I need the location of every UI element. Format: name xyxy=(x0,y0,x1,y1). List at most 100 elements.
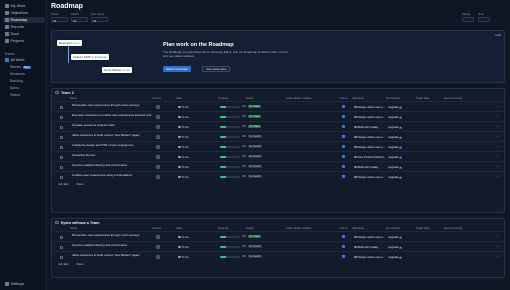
display-select[interactable] xyxy=(462,17,474,22)
epic-name[interactable]: Personalize user experiences through mic… xyxy=(72,233,152,237)
epic-state[interactable]: To Do xyxy=(178,175,189,179)
row-checkbox[interactable] xyxy=(60,245,63,249)
column-header[interactable]: Owners xyxy=(152,97,161,100)
sidebar-item-reports[interactable]: Reports xyxy=(3,24,45,30)
more-options-icon[interactable]: ⋯ xyxy=(497,105,500,109)
collapse-toggle-icon[interactable] xyxy=(55,90,59,95)
more-options-icon[interactable]: ⋯ xyxy=(497,115,500,119)
key-result[interactable]: Upgrade1 xyxy=(388,155,402,160)
objective-link[interactable]: Build with quality xyxy=(354,125,378,129)
health-badge[interactable]: No Health xyxy=(248,134,262,139)
owner-avatar[interactable] xyxy=(156,105,160,109)
epic-state[interactable]: To Do xyxy=(178,135,189,139)
column-header[interactable]: Target Date xyxy=(416,227,429,230)
health-badge[interactable]: No Health xyxy=(248,254,262,259)
more-options-icon[interactable]: ⋯ xyxy=(497,175,500,179)
column-header[interactable]: Epic Comments xyxy=(444,97,462,100)
health-badge[interactable]: On Track xyxy=(248,124,261,129)
owner-avatar[interactable] xyxy=(156,115,160,119)
row-checkbox[interactable] xyxy=(60,135,63,139)
view-select[interactable] xyxy=(478,17,490,22)
epic-name[interactable]: Personalize user experiences through mic… xyxy=(72,103,152,107)
more-options-icon[interactable]: ⋯ xyxy=(497,235,500,239)
watch-overview-button[interactable]: Watch Overview xyxy=(163,66,191,72)
key-result[interactable]: Upgrade1 xyxy=(388,175,402,180)
epic-name[interactable]: Increase access to segment data xyxy=(72,123,152,127)
epic-name[interactable]: Empower customers to embed user experien… xyxy=(72,113,152,117)
health-badge[interactable]: No Health xyxy=(248,244,262,249)
sidebar-item-objectives[interactable]: Objectives xyxy=(3,10,45,16)
column-header[interactable]: State xyxy=(176,227,182,230)
sidebar-item-all-work[interactable]: All Work xyxy=(3,57,45,63)
health-badge[interactable]: On Track xyxy=(248,234,261,239)
column-header[interactable]: Epic Comments xyxy=(444,227,462,230)
view-examples-button[interactable]: View Examples xyxy=(202,66,231,72)
sidebar-item-projects[interactable]: Projects xyxy=(3,38,45,44)
sidebar-item-epics[interactable]: Epics xyxy=(10,86,19,90)
column-header[interactable]: Health xyxy=(246,227,254,230)
epic-name[interactable]: Allow customers to build custom "Get Sta… xyxy=(72,133,152,137)
sidebar-item-stories[interactable]: Stories Beta xyxy=(10,65,31,69)
objective-link[interactable]: Give Product Marketi... xyxy=(354,155,386,159)
column-header[interactable]: Latest Health Updates xyxy=(286,97,312,100)
more-options-icon[interactable]: ⋯ xyxy=(497,165,500,169)
table-row[interactable]: Increase access to segment data To Do 0%… xyxy=(54,121,504,131)
more-options-icon[interactable]: ⋯ xyxy=(497,255,500,259)
owner-avatar[interactable] xyxy=(156,155,160,159)
row-checkbox[interactable] xyxy=(60,155,63,159)
key-result[interactable]: Upgrade1 xyxy=(388,135,402,140)
epic-name[interactable]: Improve analytics filtering and performa… xyxy=(72,163,152,167)
owner-avatar[interactable] xyxy=(156,145,160,149)
epic-name[interactable]: Customize design and CSS of user experie… xyxy=(72,143,152,147)
table-row[interactable]: Localize user experiences using AI trans… xyxy=(54,171,504,181)
table-row[interactable]: Allow customers to build custom "Get Sta… xyxy=(54,251,504,261)
column-header[interactable]: Owners xyxy=(152,227,161,230)
key-result[interactable]: Upgrade1 xyxy=(388,125,402,130)
table-row[interactable]: Allow customers to build custom "Get Sta… xyxy=(54,131,504,141)
epic-name[interactable]: Allow customers to build custom "Get Sta… xyxy=(72,253,152,257)
row-checkbox[interactable] xyxy=(60,125,63,129)
display-control[interactable]: Display xyxy=(462,13,474,22)
row-checkbox[interactable] xyxy=(60,255,63,259)
table-row[interactable]: Empower customers to embed user experien… xyxy=(54,111,504,121)
key-result[interactable]: Upgrade1 xyxy=(388,245,402,250)
health-badge[interactable]: No Health xyxy=(248,144,262,149)
column-header[interactable]: Key Results xyxy=(386,97,400,100)
row-checkbox[interactable] xyxy=(60,115,63,119)
more-options-icon[interactable]: ⋯ xyxy=(497,245,500,249)
column-header[interactable]: Name xyxy=(70,227,77,230)
add-epic-button[interactable]: Add Epic xyxy=(58,182,69,186)
key-result[interactable]: Upgrade1 xyxy=(388,255,402,260)
health-badge[interactable]: No Health xyxy=(248,154,262,159)
key-result[interactable]: Upgrade1 xyxy=(388,105,402,110)
column-header[interactable]: Progress xyxy=(218,97,228,100)
view-control[interactable]: View xyxy=(478,13,490,22)
epic-state[interactable]: To Do xyxy=(178,245,189,249)
column-header[interactable]: Name xyxy=(70,97,77,100)
key-result[interactable]: Upgrade1 xyxy=(388,165,402,170)
objective-link[interactable]: Build with quality xyxy=(354,245,378,249)
health-badge[interactable]: On Track xyxy=(248,114,261,119)
column-header[interactable]: Health xyxy=(246,97,254,100)
column-header[interactable]: Latest Health Updates xyxy=(286,227,312,230)
row-checkbox[interactable] xyxy=(60,235,63,239)
add-epic-button[interactable]: Add Epic xyxy=(58,262,69,266)
column-header[interactable]: Objectives xyxy=(352,227,364,230)
collapse-toggle-icon[interactable] xyxy=(55,220,59,225)
column-header[interactable]: Objectives xyxy=(352,97,364,100)
column-header[interactable]: Progress xyxy=(218,227,228,230)
epic-state[interactable]: To Do xyxy=(178,235,189,239)
objective-link[interactable]: Design native user e... xyxy=(354,255,385,259)
health-badge[interactable]: No Health xyxy=(248,164,262,169)
objective-link[interactable]: Design native user e... xyxy=(354,105,385,109)
share-button[interactable]: Share xyxy=(76,262,83,266)
epic-name[interactable]: Improve analytics filtering and performa… xyxy=(72,243,152,247)
table-row[interactable]: Interactive Demos To Do 0% No Health Giv… xyxy=(54,151,504,161)
filter-select[interactable]: All xyxy=(51,17,68,23)
row-checkbox[interactable] xyxy=(60,165,63,169)
owner-avatar[interactable] xyxy=(156,175,160,179)
table-row[interactable]: Customize design and CSS of user experie… xyxy=(54,141,504,151)
key-result[interactable]: Upgrade1 xyxy=(388,115,402,120)
share-button[interactable]: Share xyxy=(76,182,83,186)
column-header[interactable]: Target Date xyxy=(416,97,429,100)
